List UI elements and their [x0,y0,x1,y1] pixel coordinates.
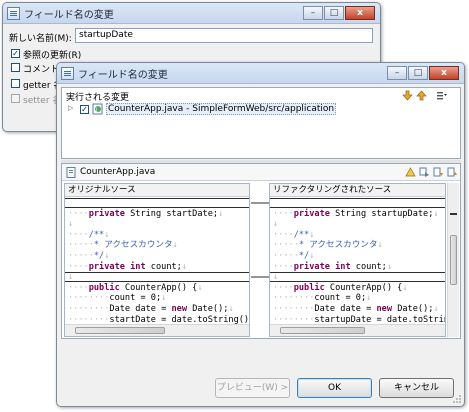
changes-label: 実行される変更 [66,93,130,103]
code-line: ····private int count;↓ [273,261,393,272]
tree-item-row[interactable]: ▷ ✓ J CounterApp.java - SimpleFormWeb/sr… [68,103,337,116]
code-line: ········Date date = new Date();↓ [68,303,234,314]
code-line: ↓ [68,272,74,283]
update-references-checkbox[interactable]: ✓ [11,49,20,58]
rename-setter-checkbox [11,94,20,103]
code-line: ↓ [68,219,74,230]
original-hscroll-thumb[interactable] [75,327,165,334]
app-icon [61,66,74,80]
update-references-label: 参照の更新(R) [23,51,82,61]
code-line: ········Date date = new Date();↓ [273,303,439,314]
diff-connector [251,202,269,278]
front-dialog-titlebar[interactable]: フィールド名の変更 – □ x [57,63,464,84]
code-line: ↓ [273,219,279,230]
front-dialog-title: フィールド名の変更 [78,69,168,81]
code-line: ····private int count;↓ [68,261,188,272]
tree-item-checkbox[interactable]: ✓ [80,105,89,114]
original-source-header: オリジナルソース [65,184,249,197]
code-line: ····public CounterApp() {↓ [273,282,408,293]
new-name-field[interactable]: startupDate [75,28,373,43]
refactored-hscroll-thumb[interactable] [280,327,365,334]
back-dialog-titlebar[interactable]: フィールド名の変更 – □ x [3,3,380,24]
refactored-source-header: リファクタリングされたソース [270,184,445,197]
ok-button[interactable]: OK [297,378,372,398]
new-name-label: 新しい名前(M): [9,34,72,44]
svg-text:J: J [95,108,97,114]
tree-item-label: CounterApp.java - SimpleFormWeb/src/appl… [106,103,337,115]
code-line: ·····*/↓ [68,250,110,261]
resize-grip-icon[interactable] [452,394,462,404]
code-line: ·····* アクセスカウンタ↓ [68,240,178,251]
code-line: ·····*/↓ [273,250,315,261]
original-source-pane: オリジナルソース ····private String startDate;↓ … [64,183,250,337]
code-line: ········count = 0;↓ [68,293,167,304]
diff-marker [450,213,457,215]
refactored-source-title: リファクタリングされたソース [273,185,392,195]
copy-all-icon[interactable] [419,167,430,178]
file-header: CounterApp.java [62,164,460,181]
ancestor-pane-icon[interactable] [405,167,416,178]
refactored-hscrollbar[interactable] [270,324,445,336]
maximize-button[interactable]: □ [408,66,428,80]
code-line: ·····* アクセスカウンタ↓ [273,240,383,251]
compare-vscrollbar[interactable] [447,183,459,337]
rename-getter-checkbox[interactable] [11,79,20,88]
refactored-source-pane: リファクタリングされたソース ····private String startu… [269,183,446,337]
java-file-icon [66,167,76,178]
changes-panel: 実行される変更 ▷ ✓ J CounterApp.java - SimpleFo… [61,87,461,159]
minimize-button[interactable]: – [387,66,407,80]
code-line: ····/**↓ [273,229,315,240]
java-file-icon: J [92,103,103,115]
filter-menu-icon[interactable] [436,90,447,101]
previous-change-icon[interactable] [416,90,427,101]
close-button[interactable]: x [345,6,375,20]
front-dialog-window: フィールド名の変更 – □ x 実行される変更 ▷ ✓ J CounterApp… [56,62,465,407]
code-line: ····public CounterApp() {↓ [68,282,203,293]
code-line: ↓ [273,272,279,283]
compare-panel: CounterApp.java オリジナルソース ····private Str… [61,163,461,339]
next-change-icon[interactable] [402,90,413,101]
compare-vscroll-thumb[interactable] [450,235,457,285]
original-source-title: オリジナルソース [68,185,136,195]
close-button[interactable]: x [429,66,459,80]
app-icon [7,6,20,20]
maximize-button[interactable]: □ [324,6,344,20]
cancel-button[interactable]: キャンセル [379,378,454,398]
original-code: ····private String startDate;↓ ↓ ····/**… [68,198,249,336]
refactored-code: ····private String startupDate;↓ ↓ ····/… [273,198,445,336]
code-line: ····/**↓ [68,229,110,240]
preview-button[interactable]: プレビュー(W) > [215,378,290,398]
tree-expand-icon[interactable]: ▷ [68,104,73,112]
minimize-button[interactable]: – [303,6,323,20]
next-difference-icon[interactable] [433,167,444,178]
original-hscrollbar[interactable] [65,324,249,336]
file-tab-label: CounterApp.java [80,167,156,177]
previous-difference-icon[interactable] [447,167,458,178]
back-dialog-title: フィールド名の変更 [24,9,114,21]
update-comments-checkbox[interactable] [11,63,20,72]
code-line: ····private String startDate;↓ [68,208,224,219]
code-line: ····private String startupDate;↓ [273,208,439,219]
code-line: ········count = 0;↓ [273,293,372,304]
new-name-value: startupDate [79,30,133,40]
